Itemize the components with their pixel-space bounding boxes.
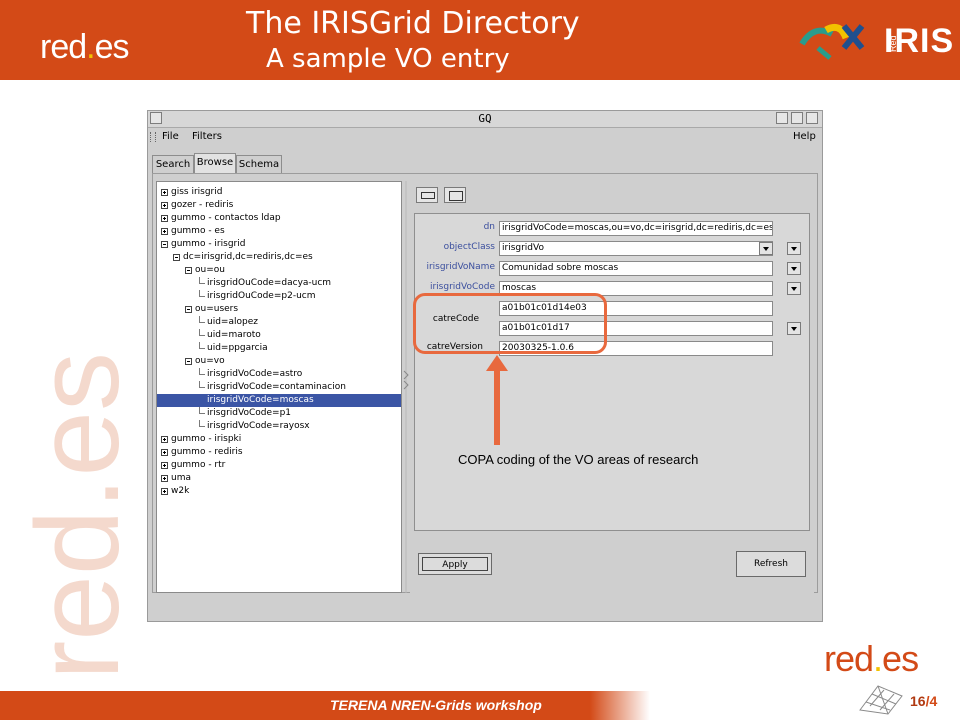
tree-node[interactable]: gummo - irispki (171, 433, 241, 446)
tree-node[interactable]: irisgridVoCode=astro (207, 368, 302, 381)
rediris-emblem-icon (799, 23, 865, 60)
tree-node[interactable]: uid=maroto (207, 329, 261, 342)
objectclass-options-button[interactable] (787, 242, 801, 255)
footer-text: TERENA NREN-Grids workshop (330, 697, 542, 713)
entry-panel: dn irisgridVoCode=moscas,ou=vo,dc=irisgr… (410, 181, 814, 593)
collapse-icon[interactable] (161, 241, 168, 248)
refresh-button[interactable]: Refresh (736, 551, 806, 577)
catrecode-options-button[interactable] (787, 322, 801, 335)
objectclass-dropdown-button[interactable] (759, 242, 773, 255)
menu-filters[interactable]: Filters (192, 131, 222, 142)
collapse-icon[interactable] (173, 254, 180, 261)
tab-browse[interactable]: Browse (194, 153, 236, 174)
tree-connector (199, 277, 200, 284)
up-arrow-icon (486, 355, 508, 445)
attribute-editor: dn irisgridVoCode=moscas,ou=vo,dc=irisgr… (414, 213, 810, 531)
menu-file[interactable]: File (162, 131, 179, 142)
tree-node[interactable]: uid=ppgarcia (207, 342, 268, 355)
tree-node[interactable]: irisgridVoCode=p1 (207, 407, 291, 420)
tree-node[interactable]: irisgridVoCode=contaminacion (207, 381, 346, 394)
menu-bar: File Filters Help (148, 128, 822, 146)
minimize-button[interactable] (776, 112, 788, 124)
apply-button[interactable]: Apply (418, 553, 492, 575)
tree-node[interactable]: dc=irisgrid,dc=rediris,dc=es (183, 251, 313, 264)
attr-label-objectclass: objectClass (443, 242, 495, 252)
edit-toggle-button[interactable] (444, 187, 466, 203)
tree-connector (199, 381, 200, 388)
footer-fade (590, 691, 650, 720)
tree-node[interactable]: ou=users (195, 303, 238, 316)
tree-node[interactable]: gozer - rediris (171, 199, 233, 212)
svg-text:red.es: red.es (12, 352, 140, 680)
vocode-options-button[interactable] (787, 282, 801, 295)
directory-tree[interactable]: giss irisgrid gozer - rediris gummo - cont… (156, 181, 402, 593)
menubar-grip-icon (150, 132, 156, 142)
tree-connector (199, 290, 200, 297)
tree-node[interactable]: gummo - contactos ldap (171, 212, 281, 225)
expand-icon[interactable] (161, 449, 168, 456)
tree-connector (199, 342, 200, 349)
voname-options-button[interactable] (787, 262, 801, 275)
menu-help[interactable]: Help (793, 131, 816, 142)
splitter-handle[interactable] (403, 181, 409, 593)
view-toggle-button[interactable] (416, 187, 438, 203)
expand-icon[interactable] (161, 189, 168, 196)
tree-connector (199, 316, 200, 323)
attr-value-dn[interactable]: irisgridVoCode=moscas,ou=vo,dc=irisgrid,… (499, 221, 773, 236)
red-es-logo: red.es (824, 638, 919, 679)
tree-node[interactable]: uma (171, 472, 191, 485)
tab-search[interactable]: Search (152, 155, 194, 173)
page-number: 16/4 (910, 693, 938, 709)
catre-highlight-box (413, 293, 607, 354)
tree-node[interactable]: irisgridOuCode=dacya-ucm (207, 277, 331, 290)
rectangle-icon (421, 192, 435, 199)
collapse-icon[interactable] (185, 267, 192, 274)
rectangle-icon (449, 191, 463, 201)
window-title: GQ (478, 112, 492, 125)
tree-node[interactable]: giss irisgrid (171, 186, 222, 199)
tree-node[interactable]: irisgridOuCode=p2-ucm (207, 290, 316, 303)
apply-button-label: Apply (422, 557, 488, 571)
tab-schema[interactable]: Schema (236, 155, 282, 173)
tree-connector (199, 407, 200, 414)
expand-icon[interactable] (161, 228, 168, 235)
tree-node[interactable]: irisgridVoCode=moscas (157, 394, 401, 407)
rediris-logo-iris: IRIS (884, 22, 955, 60)
expand-icon[interactable] (161, 488, 168, 495)
collapse-icon[interactable] (185, 358, 192, 365)
tree-node[interactable]: gummo - irisgrid (171, 238, 245, 251)
expand-icon[interactable] (161, 475, 168, 482)
slide-subtitle: A sample VO entry (266, 44, 510, 74)
attr-label-dn: dn (483, 222, 495, 232)
slide-title: The IRISGrid Directory (246, 6, 580, 41)
gq-window: GQ File Filters Help Search Browse Schem… (147, 110, 823, 622)
red-es-watermark: red.es (12, 352, 140, 680)
rediris-logo: red.es (40, 28, 130, 66)
tree-node[interactable]: gummo - rtr (171, 459, 225, 472)
window-titlebar[interactable]: GQ (148, 111, 822, 128)
expand-icon[interactable] (161, 215, 168, 222)
tree-connector (199, 368, 200, 375)
attr-value-objectclass[interactable]: irisgridVo (499, 241, 773, 256)
tree-node[interactable]: gummo - rediris (171, 446, 243, 459)
attr-label-vocode: irisgridVoCode (429, 282, 495, 292)
expand-icon[interactable] (161, 202, 168, 209)
tree-node[interactable]: irisgridVoCode=rayosx (207, 420, 310, 433)
attr-label-voname: irisgridVoName (426, 262, 495, 272)
tree-node[interactable]: w2k (171, 485, 189, 498)
collapse-icon[interactable] (185, 306, 192, 313)
annotation-text: COPA coding of the VO areas of research (458, 452, 699, 467)
attr-value-voname[interactable]: Comunidad sobre moscas (499, 261, 773, 276)
maximize-button[interactable] (791, 112, 803, 124)
network-mesh-icon (859, 685, 903, 715)
tree-node[interactable]: gummo - es (171, 225, 225, 238)
close-button[interactable] (806, 112, 818, 124)
tree-node[interactable]: ou=ou (195, 264, 225, 277)
tree-connector (199, 420, 200, 427)
tree-connector (199, 329, 200, 336)
expand-icon[interactable] (161, 462, 168, 469)
tree-node[interactable]: ou=vo (195, 355, 225, 368)
tree-node[interactable]: uid=alopez (207, 316, 258, 329)
expand-icon[interactable] (161, 436, 168, 443)
